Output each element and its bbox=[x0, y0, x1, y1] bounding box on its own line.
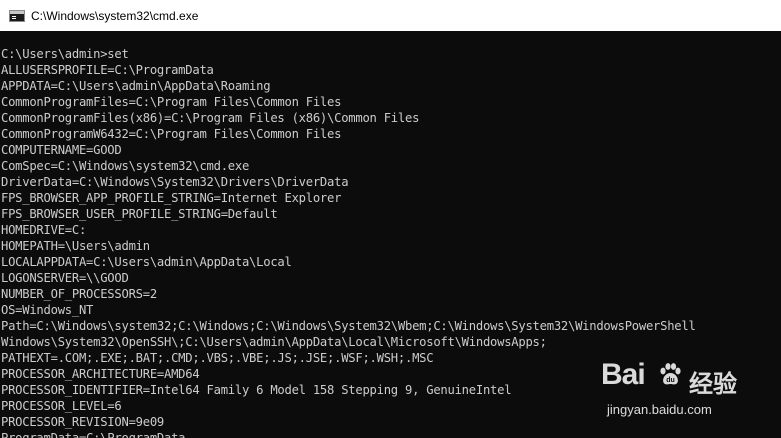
console-line: PROCESSOR_REVISION=9e09 bbox=[1, 415, 165, 429]
svg-text:du: du bbox=[666, 377, 675, 384]
console-line: LOGONSERVER=\\GOOD bbox=[1, 271, 129, 285]
console-line: Windows\System32\OpenSSH\;C:\Users\admin… bbox=[1, 335, 547, 349]
console-line: DriverData=C:\Windows\System32\Drivers\D… bbox=[1, 175, 349, 189]
watermark-brand: 经验 bbox=[689, 370, 737, 398]
console-line: CommonProgramFiles(x86)=C:\Program Files… bbox=[1, 111, 420, 125]
window-title: C:\Windows\system32\cmd.exe bbox=[31, 8, 199, 23]
console-line: CommonProgramW6432=C:\Program Files\Comm… bbox=[1, 127, 342, 141]
title-bar[interactable]: C:\Windows\system32\cmd.exe bbox=[0, 0, 781, 31]
console-line: ComSpec=C:\Windows\system32\cmd.exe bbox=[1, 159, 250, 173]
console-line: APPDATA=C:\Users\admin\AppData\Roaming bbox=[1, 79, 271, 93]
console-line: PROCESSOR_IDENTIFIER=Intel64 Family 6 Mo… bbox=[1, 383, 512, 397]
paw-icon: du bbox=[660, 363, 681, 385]
console-lines: C:\Users\admin>set ALLUSERSPROFILE=C:\Pro… bbox=[1, 46, 696, 438]
command-prompt-line: C:\Users\admin>set bbox=[1, 47, 129, 61]
console-line: COMPUTERNAME=GOOD bbox=[1, 143, 122, 157]
console-line: HOMEPATH=\Users\admin bbox=[1, 239, 150, 253]
console-line: ProgramData=C:\ProgramData bbox=[1, 431, 186, 438]
cmd-window: C:\Windows\system32\cmd.exe C:\Users\adm… bbox=[0, 0, 781, 438]
console-output-area[interactable]: C:\Users\admin>set ALLUSERSPROFILE=C:\Pro… bbox=[0, 31, 781, 438]
console-line: HOMEDRIVE=C: bbox=[1, 223, 87, 237]
console-line: PROCESSOR_ARCHITECTURE=AMD64 bbox=[1, 367, 200, 381]
watermark-logo-text: Bai bbox=[601, 358, 646, 391]
console-line: LOCALAPPDATA=C:\Users\admin\AppData\Loca… bbox=[1, 255, 292, 269]
console-line: NUMBER_OF_PROCESSORS=2 bbox=[1, 287, 157, 301]
console-line: Path=C:\Windows\system32;C:\Windows;C:\W… bbox=[1, 319, 696, 333]
console-line: PATHEXT=.COM;.EXE;.BAT;.CMD;.VBS;.VBE;.J… bbox=[1, 351, 434, 365]
watermark-url: jingyan.baidu.com bbox=[607, 402, 712, 417]
console-line: CommonProgramFiles=C:\Program Files\Comm… bbox=[1, 95, 342, 109]
console-line: PROCESSOR_LEVEL=6 bbox=[1, 399, 122, 413]
console-line: FPS_BROWSER_APP_PROFILE_STRING=Internet … bbox=[1, 191, 342, 205]
console-icon[interactable] bbox=[9, 9, 25, 22]
console-line: ALLUSERSPROFILE=C:\ProgramData bbox=[1, 63, 214, 77]
console-line: FPS_BROWSER_USER_PROFILE_STRING=Default bbox=[1, 207, 278, 221]
baidu-jingyan-watermark: Bai du 经验 jingyan.baidu.com bbox=[601, 358, 741, 428]
console-line: OS=Windows_NT bbox=[1, 303, 94, 317]
